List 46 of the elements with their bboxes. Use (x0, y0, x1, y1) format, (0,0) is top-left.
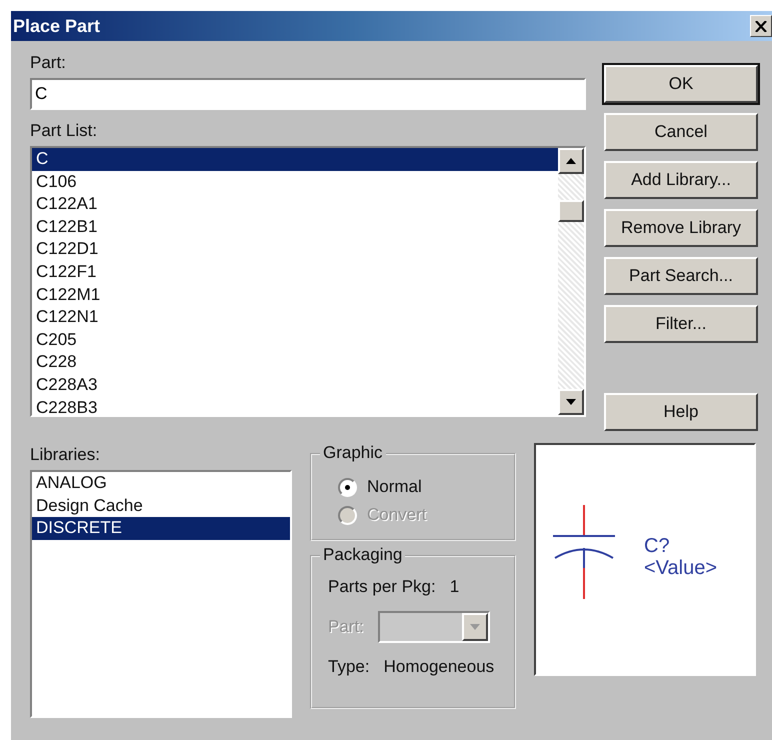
part-list-item[interactable]: C228A3 (32, 374, 558, 397)
part-field[interactable]: C (30, 78, 586, 110)
part-list-label: Part List: (30, 121, 98, 141)
part-list-item[interactable]: C228 (32, 351, 558, 374)
part-list-item[interactable]: C122A1 (32, 193, 558, 216)
part-list-item[interactable]: C122B1 (32, 216, 558, 238)
close-button[interactable] (750, 15, 772, 37)
part-list-item[interactable]: C (32, 148, 558, 171)
part-list-item[interactable]: C122M1 (32, 284, 558, 306)
library-item[interactable]: ANALOG (32, 472, 290, 495)
up-arrow-icon (566, 158, 576, 164)
dialog-button[interactable]: Cancel (604, 113, 758, 151)
radio-option[interactable]: Normal (328, 477, 504, 497)
library-item[interactable]: Design Cache (32, 494, 290, 518)
scroll-down-button[interactable] (558, 389, 584, 415)
value-text: <Value> (644, 556, 718, 578)
parts-per-pkg-value: 1 (450, 577, 460, 597)
type-label: Type: (328, 657, 370, 677)
group-title: Graphic (320, 443, 386, 463)
caret-icon (470, 624, 480, 630)
part-list-item[interactable]: C122D1 (32, 238, 558, 261)
libraries-label: Libraries: (30, 445, 101, 465)
dialog-button[interactable]: Remove Library (604, 209, 758, 247)
library-item[interactable]: DISCRETE (32, 517, 290, 540)
parts-per-pkg-label: Parts per Pkg: (328, 577, 436, 597)
type-value: Homogeneous (384, 657, 494, 677)
dialog-button[interactable]: OK (604, 65, 758, 103)
dialog-button[interactable]: Add Library... (604, 161, 758, 199)
window-title: Place Part (13, 16, 100, 36)
reference-designator: C? (644, 534, 671, 556)
part-list-item[interactable]: C122N1 (32, 306, 558, 329)
scrollbar[interactable] (558, 148, 584, 415)
part-list-item[interactable]: C122F1 (32, 260, 558, 284)
part-select-label: Part: (328, 617, 364, 637)
scroll-thumb[interactable] (558, 200, 584, 222)
dialog-button[interactable]: Filter... (604, 305, 758, 343)
scroll-up-button[interactable] (558, 148, 584, 174)
dialog-button[interactable]: Part Search... (604, 257, 758, 295)
help-button[interactable]: Help (604, 393, 758, 431)
close-icon (755, 20, 767, 32)
part-list-item[interactable]: C205 (32, 328, 558, 352)
down-arrow-icon (566, 399, 576, 405)
part-list-item[interactable]: C228B3 (32, 396, 558, 415)
part-list-item[interactable]: C106 (32, 170, 558, 194)
group-title: Packaging (320, 545, 406, 565)
part-label: Part: (30, 53, 67, 73)
